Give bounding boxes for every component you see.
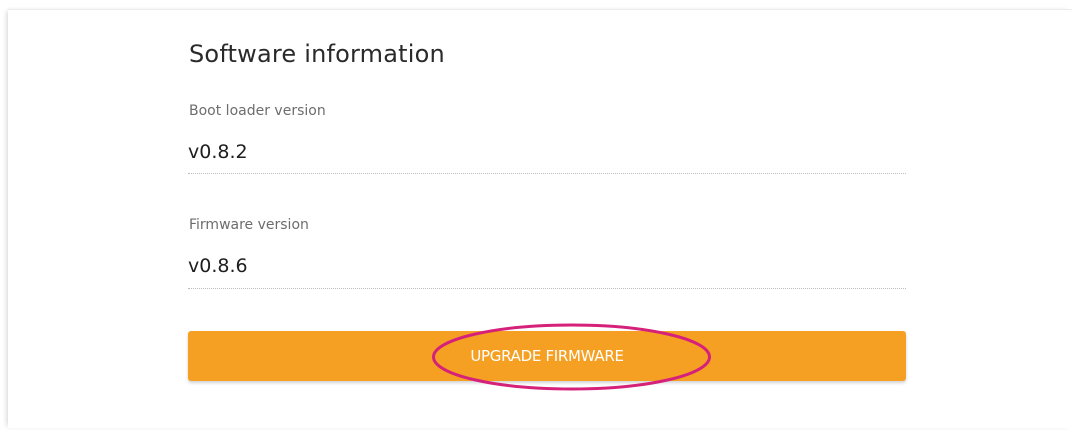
boot-loader-version-underline (188, 173, 906, 174)
boot-loader-version-label: Boot loader version (189, 103, 326, 119)
firmware-version-label: Firmware version (189, 217, 309, 233)
page: Software information Boot loader version… (0, 0, 1085, 434)
firmware-version-value: v0.8.6 (188, 255, 248, 277)
section-title: Software information (189, 40, 445, 68)
upgrade-firmware-button[interactable]: UPGRADE FIRMWARE (188, 331, 906, 381)
firmware-version-underline (188, 288, 906, 289)
boot-loader-version-value: v0.8.2 (188, 141, 248, 163)
